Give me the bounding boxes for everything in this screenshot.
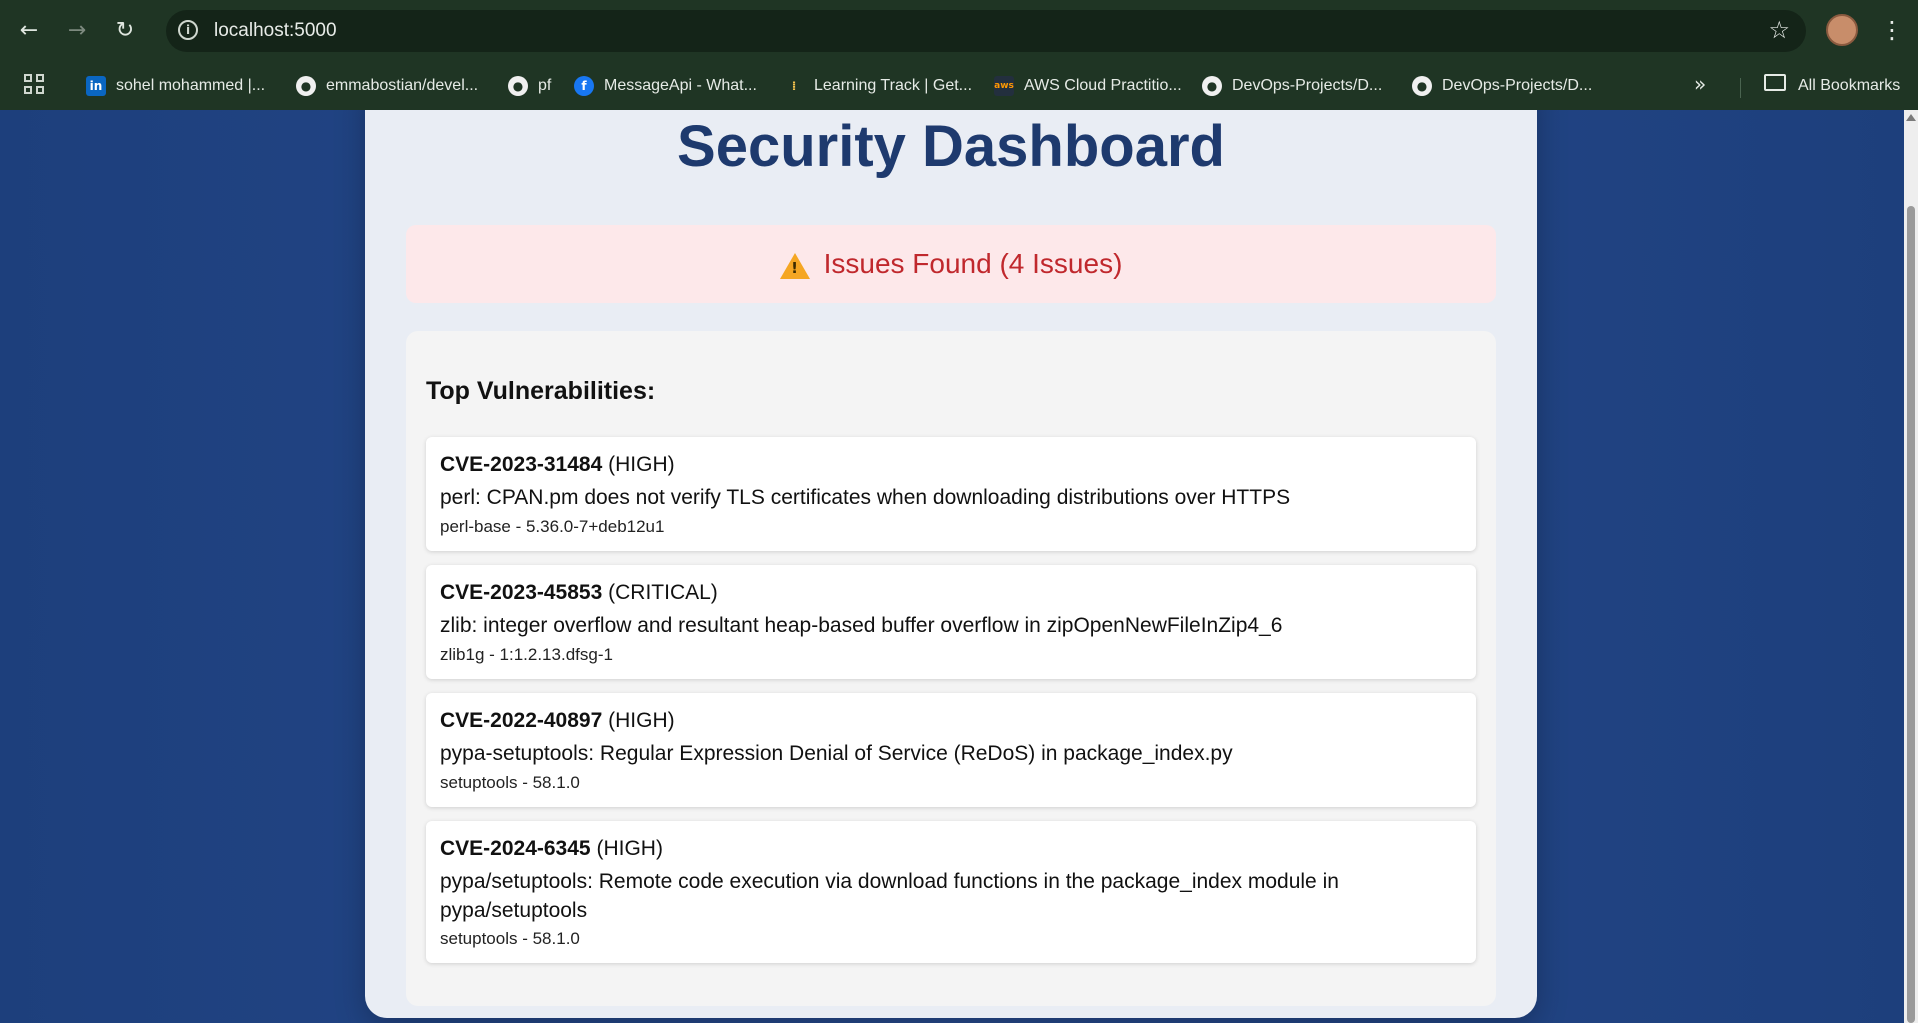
all-bookmarks-link[interactable]: All Bookmarks (1798, 72, 1900, 100)
back-arrow-icon[interactable]: ← (12, 14, 46, 48)
severity-label: (HIGH) (608, 453, 675, 476)
vulnerability-item: CVE-2023-31484 (HIGH) perl: CPAN.pm does… (426, 437, 1476, 551)
bookmark-star-icon[interactable]: ☆ (1768, 16, 1790, 44)
cve-id: CVE-2023-31484 (440, 453, 603, 476)
package-version: perl-base - 5.36.0-7+deb12u1 (440, 517, 665, 536)
github-icon: ● (1412, 76, 1432, 96)
vulnerability-item: CVE-2024-6345 (HIGH) pypa/setuptools: Re… (426, 821, 1476, 963)
cve-id: CVE-2023-45853 (440, 581, 603, 604)
vulnerability-description: pypa/setuptools: Remote code execution v… (440, 870, 1339, 922)
vulnerability-header: CVE-2023-31484 (HIGH) (440, 453, 675, 477)
bookmark-item[interactable]: f MessageApi - What... (574, 72, 757, 100)
scroll-up-arrow-icon[interactable] (1906, 114, 1916, 121)
package-version: zlib1g - 1:1.2.13.dfsg-1 (440, 645, 613, 664)
vulnerabilities-panel: Top Vulnerabilities: CVE-2023-31484 (HIG… (406, 331, 1496, 1006)
address-bar[interactable]: i localhost:5000 ☆ (166, 10, 1806, 52)
vulnerability-header: CVE-2023-45853 (CRITICAL) (440, 581, 718, 605)
vulnerability-description: zlib: integer overflow and resultant hea… (440, 614, 1283, 637)
vulnerability-item: CVE-2022-40897 (HIGH) pypa-setuptools: R… (426, 693, 1476, 807)
github-icon: ● (508, 76, 528, 96)
bookmarks-bar: in sohel mohammed |... ● emmabostian/dev… (0, 62, 1918, 111)
bookmark-item[interactable]: ● pf (508, 72, 551, 100)
bookmark-label: sohel mohammed |... (116, 77, 266, 94)
page-title: Security Dashboard (677, 114, 1225, 179)
bookmark-label: pf (538, 77, 552, 94)
aws-icon: aws (994, 76, 1014, 96)
site-info-icon[interactable]: i (178, 20, 198, 40)
github-icon: ● (296, 76, 316, 96)
cve-id: CVE-2024-6345 (440, 837, 591, 860)
bookmark-label: AWS Cloud Practitio... (1024, 77, 1182, 94)
cve-id: CVE-2022-40897 (440, 709, 603, 732)
forward-arrow-icon[interactable]: → (60, 14, 94, 48)
browser-toolbar: ← → ↻ i localhost:5000 ☆ ⋮ (0, 0, 1918, 62)
facebook-icon: f (574, 76, 594, 96)
reload-icon[interactable]: ↻ (108, 14, 142, 48)
page-viewport: Security Dashboard ! Issues Found (4 Iss… (0, 110, 1904, 1023)
bookmark-item[interactable]: ⁞ Learning Track | Get... (784, 72, 972, 100)
bookmark-item[interactable]: ● DevOps-Projects/D... (1412, 72, 1592, 100)
vulnerability-item: CVE-2023-45853 (CRITICAL) zlib: integer … (426, 565, 1476, 679)
package-version: setuptools - 58.1.0 (440, 929, 580, 948)
dashboard-card: Security Dashboard ! Issues Found (4 Iss… (365, 110, 1537, 1018)
github-icon: ● (1202, 76, 1222, 96)
bookmark-item[interactable]: ● DevOps-Projects/D... (1202, 72, 1382, 100)
bookmark-label: Learning Track | Get... (814, 77, 973, 94)
vulnerability-header: CVE-2022-40897 (HIGH) (440, 709, 675, 733)
bookmarks-divider (1740, 78, 1741, 98)
package-version: setuptools - 58.1.0 (440, 773, 580, 792)
severity-label: (HIGH) (596, 837, 663, 860)
apps-grid-icon[interactable] (24, 74, 46, 96)
more-bookmarks-icon[interactable]: » (1694, 72, 1706, 96)
bookmark-label: emmabostian/devel... (326, 77, 479, 94)
severity-label: (CRITICAL) (608, 581, 718, 604)
issues-alert: ! Issues Found (4 Issues) (406, 225, 1496, 303)
issues-alert-text: Issues Found (4 Issues) (823, 248, 1123, 279)
bookmark-item[interactable]: aws AWS Cloud Practitio... (994, 72, 1182, 100)
vulnerability-header: CVE-2024-6345 (HIGH) (440, 837, 663, 861)
bookmark-item[interactable]: ● emmabostian/devel... (296, 72, 478, 100)
bookmark-item[interactable]: in sohel mohammed |... (86, 72, 265, 100)
profile-avatar[interactable] (1826, 14, 1858, 46)
vulnerability-description: pypa-setuptools: Regular Expression Deni… (440, 742, 1233, 765)
folder-icon[interactable] (1764, 74, 1786, 91)
bookmark-label: DevOps-Projects/D... (1442, 77, 1593, 94)
warning-icon: ! (779, 253, 810, 279)
address-bar-url[interactable]: localhost:5000 (214, 20, 337, 42)
section-title: Top Vulnerabilities: (426, 377, 656, 405)
browser-menu-icon[interactable]: ⋮ (1880, 12, 1904, 48)
bookmark-label: DevOps-Projects/D... (1232, 77, 1383, 94)
vulnerability-description: perl: CPAN.pm does not verify TLS certif… (440, 486, 1291, 509)
learning-track-icon: ⁞ (791, 79, 797, 93)
page-scrollbar[interactable] (1904, 110, 1918, 1023)
linkedin-icon: in (86, 76, 106, 96)
severity-label: (HIGH) (608, 709, 675, 732)
bookmark-label: MessageApi - What... (604, 77, 757, 94)
scroll-thumb[interactable] (1907, 206, 1915, 1023)
